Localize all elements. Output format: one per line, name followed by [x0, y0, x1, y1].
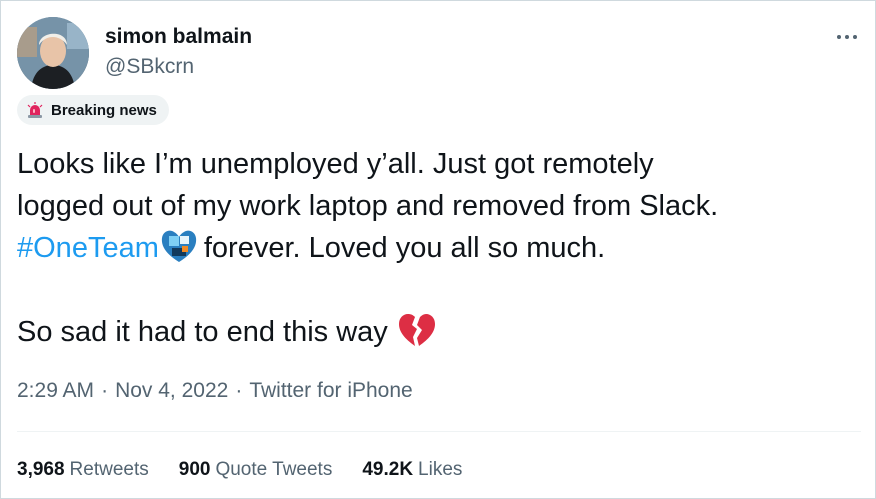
quote-tweets-label: Quote Tweets [215, 459, 333, 480]
tweet-stats: 3,968 Retweets 900 Quote Tweets 49.2K Likes [17, 459, 462, 481]
quote-tweets-stat[interactable]: 900 Quote Tweets [179, 459, 333, 481]
tweet-line-3: #OneTeam forever. Loved you all so much. [17, 227, 862, 269]
tweet-time[interactable]: 2:29 AM [17, 379, 94, 402]
likes-label: Likes [418, 459, 463, 480]
hashtag-link[interactable]: #OneTeam [17, 232, 159, 264]
police-light-icon [27, 102, 43, 118]
broken-heart-icon [398, 314, 435, 346]
tweet-card: simon balmain @SBkcrn Breaking news Look… [0, 0, 876, 499]
more-options-button[interactable] [833, 23, 861, 51]
retweets-count: 3,968 [17, 459, 65, 480]
tweet-text: Looks like I’m unemployed y’all. Just go… [17, 143, 862, 353]
meta-separator: · [101, 379, 109, 402]
dot-icon [853, 35, 857, 39]
avatar-photo-icon [17, 17, 89, 89]
oneteam-hashflag-icon [161, 230, 196, 262]
tweet-meta: 2:29 AM · Nov 4, 2022 · Twitter for iPhone [17, 379, 413, 403]
quote-tweets-count: 900 [178, 459, 211, 480]
likes-count: 49.2K [362, 459, 414, 480]
badge-label: Breaking news [51, 101, 157, 119]
dot-icon [845, 35, 849, 39]
tweet-line-3-text: forever. Loved you all so much. [203, 232, 606, 264]
user-handle[interactable]: @SBkcrn [105, 55, 194, 79]
tweet-source[interactable]: Twitter for iPhone [249, 379, 412, 402]
breaking-news-badge[interactable]: Breaking news [17, 95, 169, 125]
retweets-stat[interactable]: 3,968 Retweets [17, 459, 149, 481]
meta-separator: · [235, 379, 243, 402]
dot-icon [837, 35, 841, 39]
tweet-date[interactable]: Nov 4, 2022 [115, 379, 228, 402]
tweet-line-4: So sad it had to end this way [17, 311, 862, 353]
likes-stat[interactable]: 49.2K Likes [362, 459, 462, 481]
tweet-line-4-text: So sad it had to end this way [17, 316, 388, 348]
display-name[interactable]: simon balmain [105, 25, 252, 49]
tweet-line-2: logged out of my work laptop and removed… [17, 190, 719, 222]
divider [17, 431, 861, 432]
avatar[interactable] [17, 17, 89, 89]
retweets-label: Retweets [69, 459, 149, 480]
tweet-line-1: Looks like I’m unemployed y’all. Just go… [17, 148, 654, 180]
